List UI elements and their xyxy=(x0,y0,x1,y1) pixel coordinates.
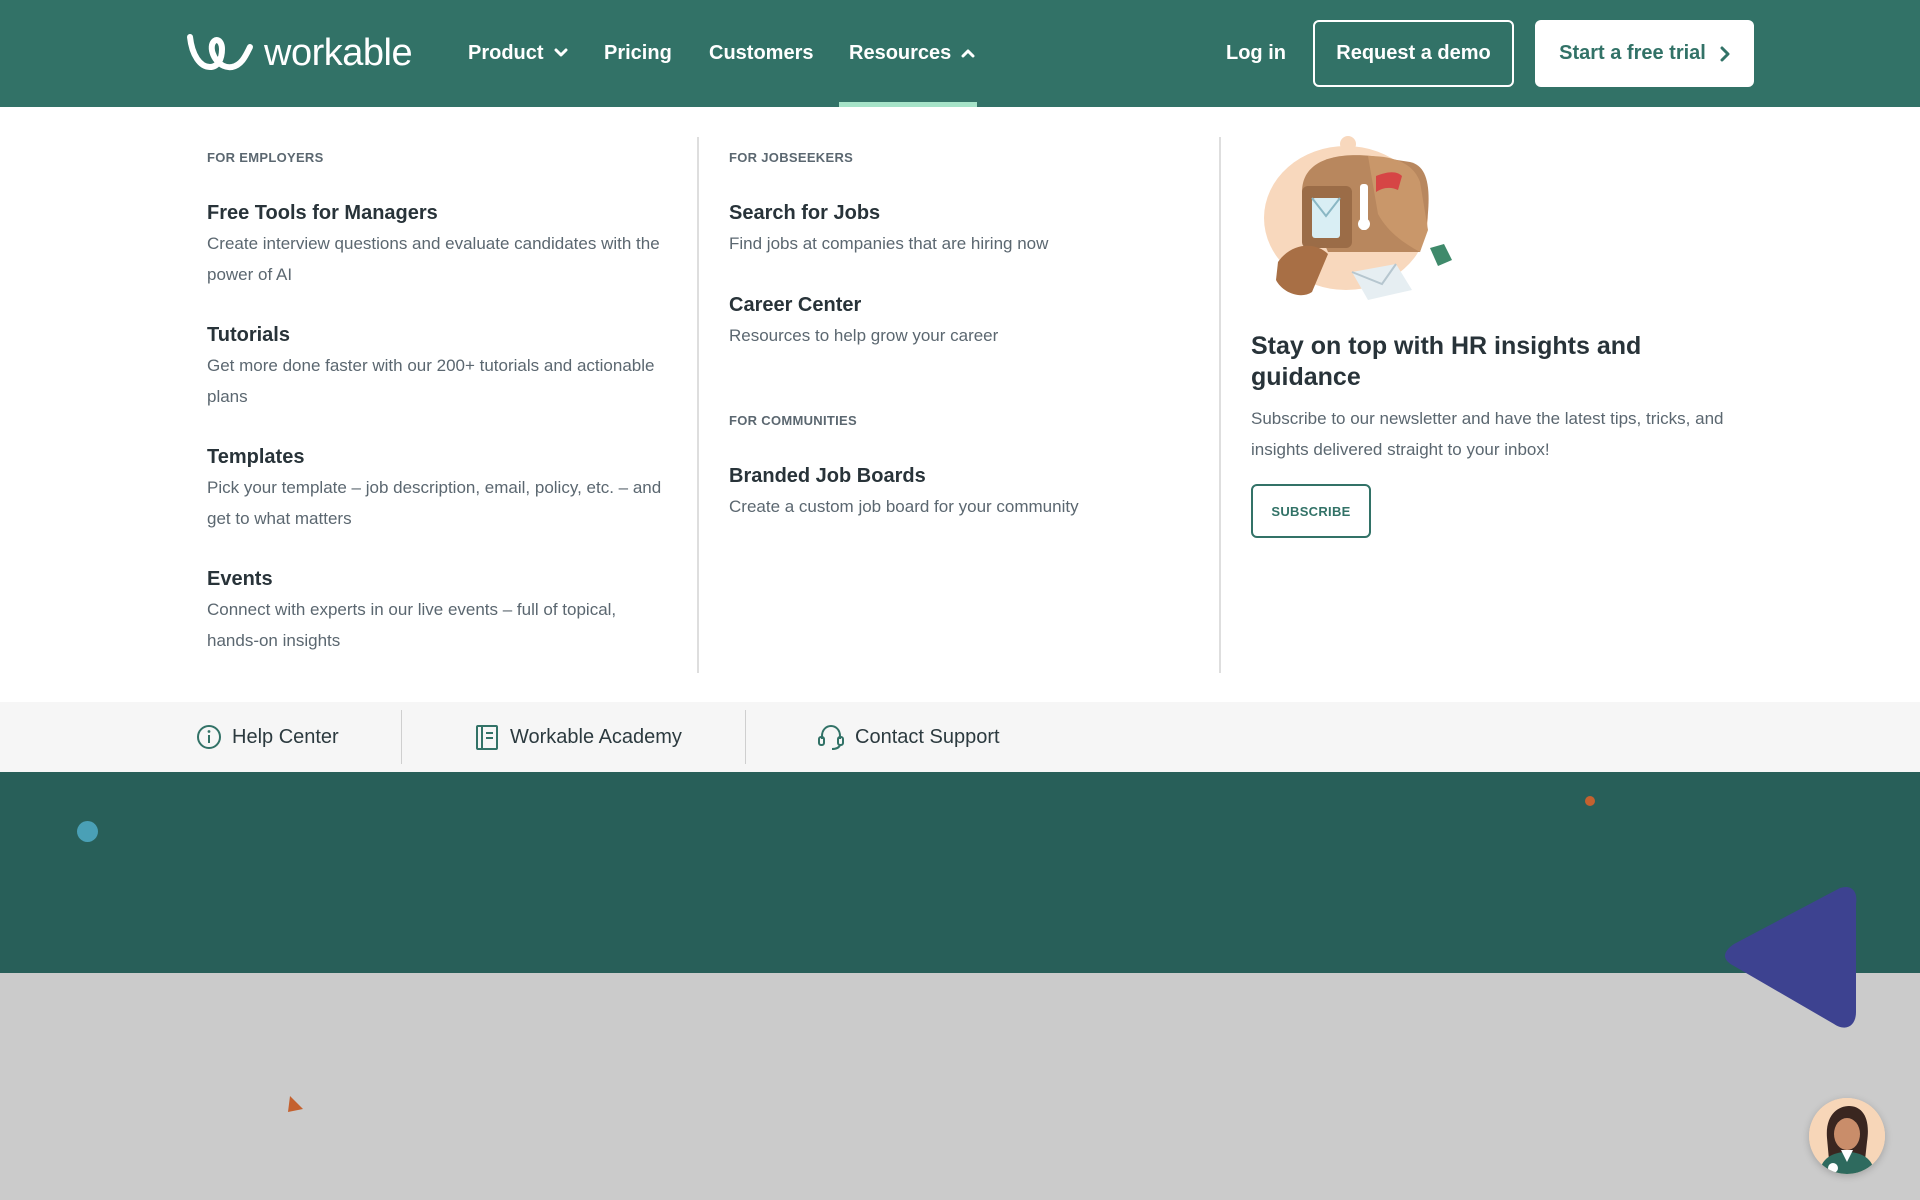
menu-item-desc: Get more done faster with our 200+ tutor… xyxy=(207,356,655,406)
assistant-avatar-icon xyxy=(1809,1098,1885,1174)
menu-item-title: Branded Job Boards xyxy=(729,465,926,487)
help-center-link[interactable]: Help Center xyxy=(196,702,339,772)
book-icon xyxy=(476,725,498,750)
chat-assistant-avatar[interactable] xyxy=(1809,1098,1885,1174)
decorative-triangle xyxy=(1725,886,1857,1028)
menu-item-title: Tutorials xyxy=(207,324,290,346)
login-link[interactable]: Log in xyxy=(1226,36,1286,70)
request-demo-label: Request a demo xyxy=(1336,42,1491,64)
menu-item-events[interactable]: Events Connect with experts in our live … xyxy=(207,566,667,656)
menu-item-career-center[interactable]: Career Center Resources to help grow you… xyxy=(729,292,1189,351)
nav-pricing[interactable]: Pricing xyxy=(604,36,672,70)
menu-item-search-jobs[interactable]: Search for Jobs Find jobs at companies t… xyxy=(729,200,1189,259)
section-heading-jobseekers: FOR JOBSEEKERS xyxy=(729,150,854,165)
mailbox-illustration xyxy=(1264,136,1452,300)
menu-item-tutorials[interactable]: Tutorials Get more done faster with our … xyxy=(207,322,667,412)
contact-support-link[interactable]: Contact Support xyxy=(817,702,1000,772)
decorative-triangle xyxy=(288,1096,303,1112)
column-divider xyxy=(1219,137,1221,673)
nav-product-label: Product xyxy=(468,42,544,64)
contact-support-label: Contact Support xyxy=(855,725,1000,748)
promo-title: Stay on top with HR insights and guidanc… xyxy=(1251,332,1642,391)
support-separator xyxy=(401,710,402,764)
headset-icon xyxy=(818,724,844,750)
logo-wordmark: workable xyxy=(264,32,413,74)
menu-item-branded-job-boards[interactable]: Branded Job Boards Create a custom job b… xyxy=(729,463,1189,522)
nav-product[interactable]: Product xyxy=(468,36,568,70)
column-divider xyxy=(697,137,699,673)
support-separator xyxy=(745,710,746,764)
menu-item-title: Events xyxy=(207,568,273,590)
decorative-dot xyxy=(1585,796,1595,806)
subscribe-label: SUBSCRIBE xyxy=(1271,503,1351,519)
request-demo-button[interactable]: Request a demo xyxy=(1313,20,1514,87)
chevron-up-icon xyxy=(961,49,975,58)
free-trial-button[interactable]: Start a free trial xyxy=(1535,20,1754,87)
promo-description: Subscribe to our newsletter and have the… xyxy=(1251,409,1724,459)
decorative-dot xyxy=(77,821,98,842)
menu-item-title: Search for Jobs xyxy=(729,202,881,224)
chevron-down-icon xyxy=(554,48,568,57)
menu-item-templates[interactable]: Templates Pick your template – job descr… xyxy=(207,444,667,534)
subscribe-button[interactable]: SUBSCRIBE xyxy=(1251,484,1371,538)
hero-background xyxy=(0,772,1920,973)
top-navigation: workable Product Pricing Customers Resou… xyxy=(0,0,1920,107)
nav-customers[interactable]: Customers xyxy=(709,36,813,70)
menu-item-desc: Pick your template – job description, em… xyxy=(207,478,662,528)
menu-item-free-tools[interactable]: Free Tools for Managers Create interview… xyxy=(207,200,667,290)
workable-logo-icon xyxy=(187,34,253,71)
workable-logo[interactable]: workable xyxy=(186,32,413,74)
menu-item-title: Free Tools for Managers xyxy=(207,202,438,224)
help-center-label: Help Center xyxy=(232,725,339,748)
nav-customers-label: Customers xyxy=(709,42,814,64)
menu-item-desc: Create a custom job board for your commu… xyxy=(729,497,1079,516)
workable-academy-label: Workable Academy xyxy=(510,725,682,748)
menu-item-title: Templates xyxy=(207,446,305,468)
support-links-bar: Help Center Workable Academy Contact Sup… xyxy=(0,702,1920,772)
menu-item-desc: Resources to help grow your career xyxy=(729,326,999,345)
free-trial-label: Start a free trial xyxy=(1559,42,1706,64)
nav-resources[interactable]: Resources xyxy=(849,36,975,70)
menu-item-desc: Create interview questions and evaluate … xyxy=(207,234,660,284)
section-heading-communities: FOR COMMUNITIES xyxy=(729,413,857,428)
menu-item-desc: Connect with experts in our live events … xyxy=(207,600,617,650)
section-heading-employers: FOR EMPLOYERS xyxy=(207,150,324,165)
nav-pricing-label: Pricing xyxy=(604,42,672,64)
menu-item-desc: Find jobs at companies that are hiring n… xyxy=(729,234,1049,253)
workable-academy-link[interactable]: Workable Academy xyxy=(474,702,682,772)
menu-item-title: Career Center xyxy=(729,294,862,316)
chevron-right-icon xyxy=(1720,46,1730,61)
info-icon xyxy=(197,725,221,749)
nav-resources-label: Resources xyxy=(849,42,952,64)
